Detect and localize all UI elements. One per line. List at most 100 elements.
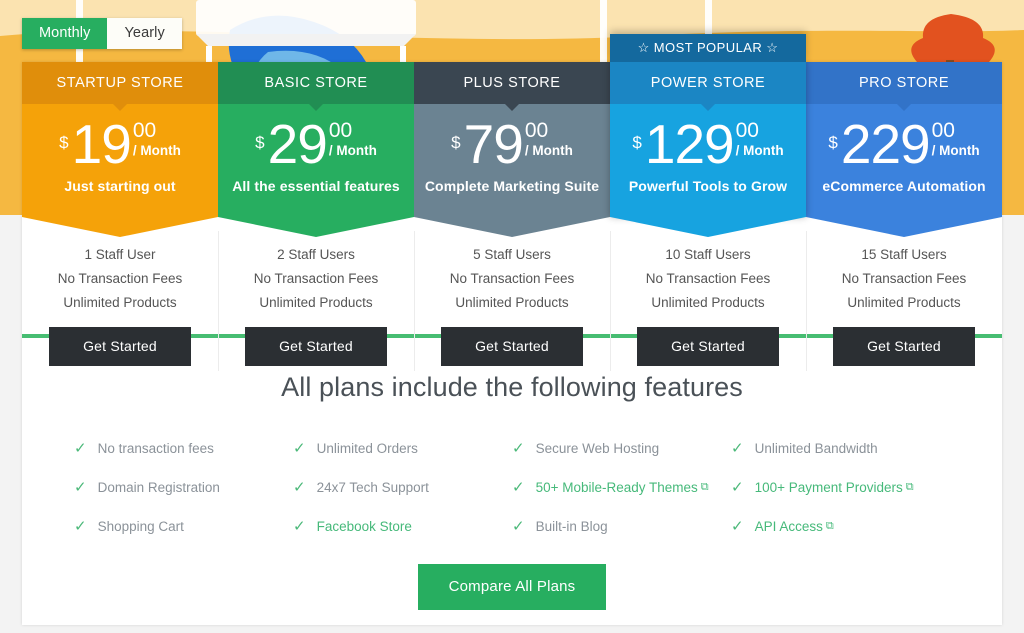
feature-label: Unlimited Bandwidth [754,440,878,456]
plan-feature: Unlimited Products [455,295,569,310]
plan-feature: 1 Staff User [84,247,156,262]
card-header-area: PRO STORE $ 229 00 / Month eCommerce Aut… [806,62,1002,237]
card-header-area: STARTUP STORE $ 19 00 / Month Just start… [22,62,218,237]
check-icon: ✓ [731,440,744,457]
feature-item: ✓ Unlimited Bandwidth [731,439,950,457]
feature-label[interactable]: 100+ Payment Providers [755,480,903,495]
feature-item[interactable]: ✓ Facebook Store [293,517,512,535]
features-heading: All plans include the following features [281,372,743,402]
plan-body: 10 Staff Users No Transaction Fees Unlimit… [610,217,806,371]
currency-symbol: $ [828,133,838,152]
external-link-icon: ⧉ [825,519,834,532]
check-icon: ✓ [293,479,306,496]
external-link-icon: ⧉ [905,480,914,493]
external-link-icon: ⧉ [700,480,709,493]
shared-features-section: All plans include the following features… [22,338,1002,610]
check-icon: ✓ [512,518,525,535]
pricing-card: ☆ MOST POPULAR ☆ POWER STORE $ 129 00 / … [610,34,806,371]
pricing-card: PLUS STORE $ 79 00 / Month Complete Mark… [414,62,610,371]
get-started-button[interactable]: Get Started [49,327,191,366]
get-started-button[interactable]: Get Started [441,327,583,366]
pricing-plans-row: STARTUP STORE $ 19 00 / Month Just start… [22,34,1002,371]
plan-feature: No Transaction Fees [841,271,967,286]
feature-item[interactable]: ✓ 100+ Payment Providers ⧉ [731,478,950,496]
currency-symbol: $ [451,133,461,152]
compare-plans-wrap: Compare All Plans [22,535,1002,610]
price-amount: 129 [644,113,735,175]
price-period: / Month [931,143,980,158]
price-amount: 19 [71,113,132,175]
check-icon: ✓ [74,440,87,457]
plan-price-area: $ 129 00 / Month Powerful Tools to Grow [610,104,806,217]
check-icon: ✓ [74,518,87,535]
check-icon: ✓ [512,440,525,457]
check-icon: ✓ [731,479,744,496]
currency-symbol: $ [255,133,265,152]
billing-period-toggle[interactable]: Monthly Yearly [22,18,182,49]
pricing-card: PRO STORE $ 229 00 / Month eCommerce Aut… [806,62,1002,371]
feature-item: ✓ Domain Registration [74,478,293,496]
check-icon: ✓ [74,479,87,496]
plan-feature: No Transaction Fees [253,271,379,286]
price-amount: 79 [463,113,524,175]
feature-label: Unlimited Orders [316,440,418,456]
plan-body: 2 Staff Users No Transaction Fees Unlimite… [218,217,414,371]
card-header-area: ☆ MOST POPULAR ☆ POWER STORE $ 129 00 / … [610,34,806,237]
plan-feature: 5 Staff Users [473,247,551,262]
plan-feature: 2 Staff Users [277,247,355,262]
get-started-button[interactable]: Get Started [637,327,779,366]
plan-name: STARTUP STORE [22,62,218,111]
get-started-button[interactable]: Get Started [245,327,387,366]
plan-name: POWER STORE [610,62,806,111]
plan-name: BASIC STORE [218,62,414,111]
pricing-card: BASIC STORE $ 29 00 / Month All the esse… [218,62,414,371]
plan-name: PRO STORE [806,62,1002,111]
plan-tagline: Powerful Tools to Grow [628,178,788,194]
price-cents: 00 [931,119,955,142]
plan-tagline: Complete Marketing Suite [424,178,600,194]
feature-label: Built-in Blog [535,518,608,534]
price-cents: 00 [132,119,157,142]
feature-label: Domain Registration [97,479,220,495]
feature-item: ✓ No transaction fees [74,439,293,457]
feature-label: 24x7 Tech Support [316,479,429,495]
plan-name: PLUS STORE [414,62,610,111]
plan-feature: No Transaction Fees [57,271,183,286]
price-cents: 00 [328,119,353,142]
feature-label[interactable]: 50+ Mobile-Ready Themes [536,480,698,495]
price-period: / Month [524,143,573,158]
feature-label: Shopping Cart [97,518,184,534]
plan-feature: Unlimited Products [847,295,961,310]
get-started-button[interactable]: Get Started [833,327,975,366]
plan-feature: No Transaction Fees [645,271,771,286]
plan-tagline: All the essential features [232,178,400,194]
price-period: / Month [328,143,377,158]
plan-body: 5 Staff Users No Transaction Fees Unlimite… [414,217,610,371]
feature-item: ✓ Secure Web Hosting [512,439,731,457]
compare-all-plans-button[interactable]: Compare All Plans [417,564,607,610]
price-period: / Month [132,143,181,158]
price-amount: 29 [267,113,328,175]
plan-tagline: Just starting out [64,178,176,194]
pricing-panel: STARTUP STORE $ 19 00 / Month Just start… [22,34,1002,625]
card-header-area: BASIC STORE $ 29 00 / Month All the esse… [218,62,414,237]
feature-item[interactable]: ✓ API Access ⧉ [731,517,950,535]
plan-feature: 15 Staff Users [861,247,947,262]
check-icon: ✓ [293,440,306,457]
feature-label[interactable]: API Access [755,519,823,534]
feature-item: ✓ 24x7 Tech Support [293,478,512,496]
check-icon: ✓ [293,518,306,535]
currency-symbol: $ [632,133,642,152]
check-icon: ✓ [731,518,744,535]
plan-body: 1 Staff User No Transaction Fees Unlimited… [22,217,218,366]
currency-symbol: $ [59,133,69,152]
feature-label[interactable]: Facebook Store [317,519,412,534]
billing-toggle-yearly[interactable]: Yearly [107,18,182,49]
price-cents: 00 [735,119,759,142]
feature-label: Secure Web Hosting [535,440,660,456]
billing-toggle-monthly[interactable]: Monthly [22,18,108,49]
feature-item: ✓ Shopping Cart [74,517,293,535]
most-popular-ribbon: ☆ MOST POPULAR ☆ [610,34,806,62]
feature-item[interactable]: ✓ 50+ Mobile-Ready Themes ⧉ [512,478,731,496]
plan-feature: 10 Staff Users [665,247,751,262]
